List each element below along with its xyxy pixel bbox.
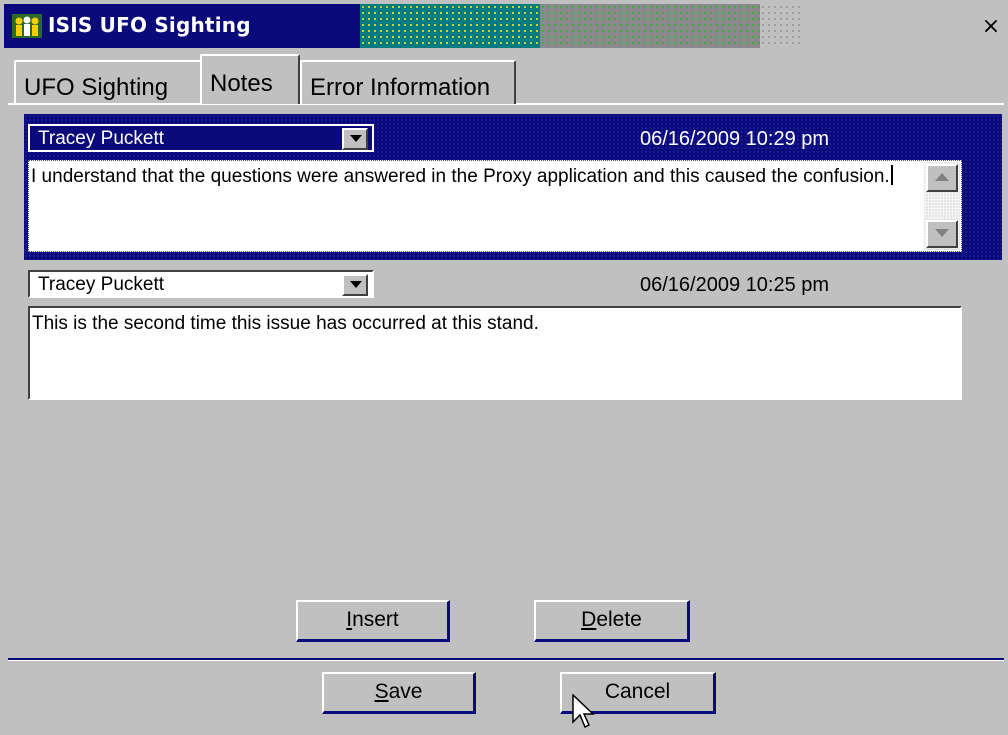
delete-button[interactable]: Delete [534, 600, 690, 642]
note-author: Tracey Puckett [38, 128, 165, 149]
note-text-field[interactable]: I understand that the questions were ans… [28, 160, 962, 252]
note-timestamp: 06/16/2009 10:25 pm [640, 274, 830, 296]
note-author: Tracey Puckett [38, 274, 165, 295]
divider-highlight [8, 660, 1004, 661]
scroll-up-icon[interactable] [926, 164, 958, 192]
save-button[interactable]: Save [322, 672, 476, 714]
tab-ufo-sighting[interactable]: UFO Sighting [14, 60, 204, 104]
scroll-down-icon[interactable] [926, 220, 958, 248]
note-author-dropdown[interactable]: Tracey Puckett [28, 124, 374, 152]
mouse-cursor-icon [572, 694, 595, 729]
tab-label: UFO Sighting [24, 74, 169, 101]
title-bar[interactable]: ISIS UFO Sighting × [4, 4, 1004, 48]
button-label: elete [596, 608, 642, 631]
button-label: ave [388, 680, 423, 703]
mnemonic-letter: D [581, 608, 597, 631]
ufo-sighting-window: ISIS UFO Sighting × UFO Sighting Notes E… [0, 0, 1008, 735]
chevron-down-icon[interactable] [342, 274, 368, 296]
title-bar-pattern-fade [540, 4, 760, 48]
button-label: nsert [352, 608, 399, 631]
tab-error-information[interactable]: Error Information [300, 60, 516, 104]
tab-label: Notes [210, 70, 273, 97]
tab-label: Error Information [310, 74, 491, 101]
close-icon[interactable]: × [980, 16, 1002, 38]
text-caret [890, 165, 893, 185]
note-text: This is the second time this issue has o… [32, 313, 539, 334]
note-author-dropdown[interactable]: Tracey Puckett [28, 270, 374, 298]
title-bar-pattern [360, 4, 540, 48]
window-title: ISIS UFO Sighting [48, 13, 251, 37]
tab-notes[interactable]: Notes [200, 54, 300, 104]
note-scrollbar[interactable] [924, 162, 960, 250]
title-bar-pattern-edge [760, 4, 800, 48]
button-label: Cancel [604, 680, 671, 703]
mnemonic-letter: S [374, 680, 389, 703]
note-text: I understand that the questions were ans… [31, 166, 890, 187]
app-people-icon [12, 14, 42, 38]
note-text-field[interactable]: This is the second time this issue has o… [28, 306, 962, 400]
insert-button[interactable]: Insert [296, 600, 450, 642]
chevron-down-icon[interactable] [342, 128, 368, 150]
note-timestamp: 06/16/2009 10:29 pm [640, 128, 830, 150]
